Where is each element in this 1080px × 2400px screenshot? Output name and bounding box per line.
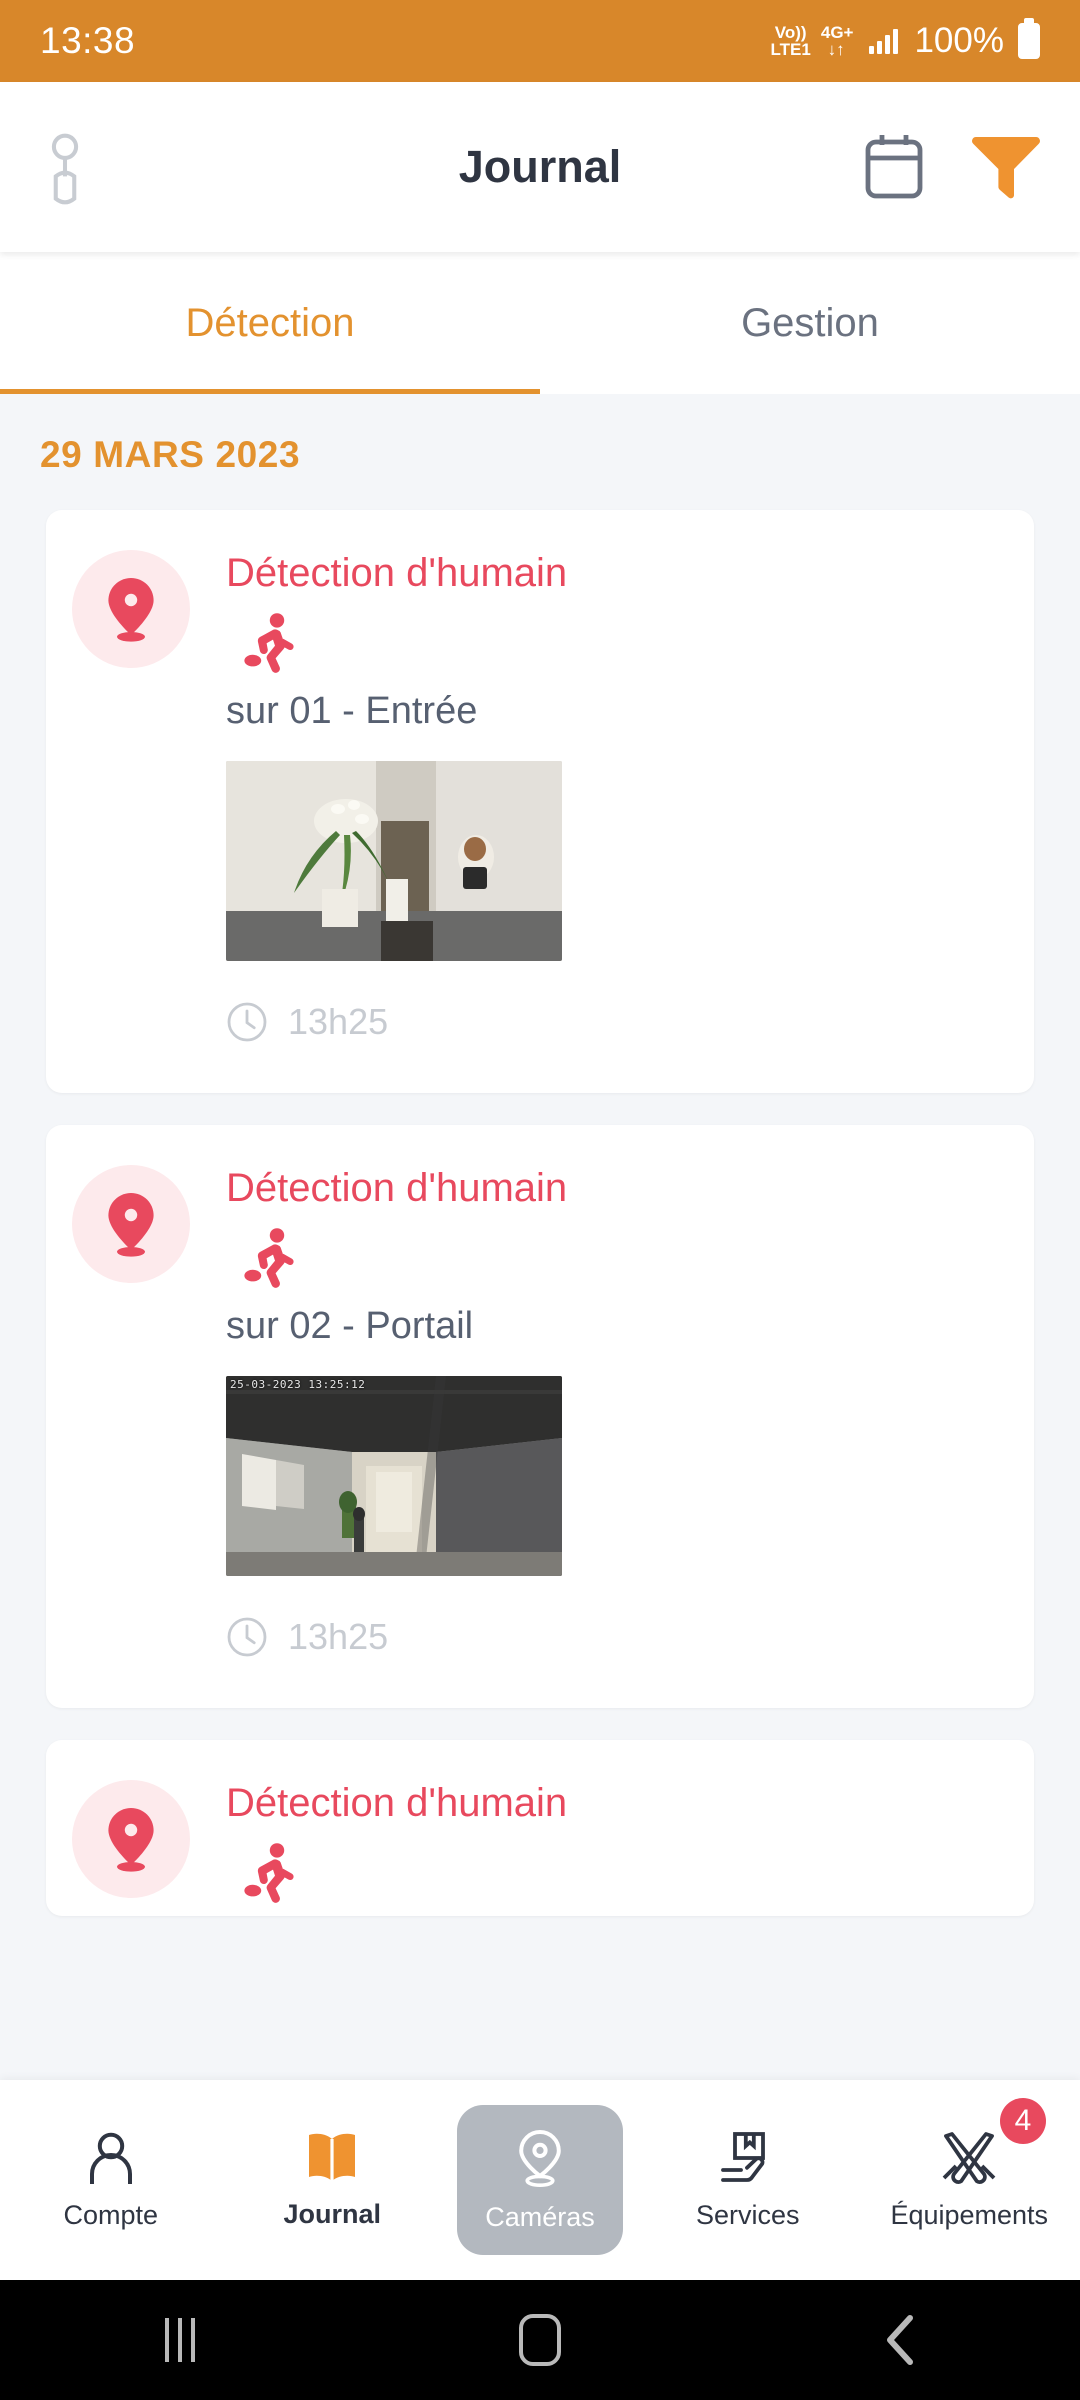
nav-item-cameras[interactable]: Caméras <box>457 2105 623 2255</box>
status-bar: 13:38 Vo)) LTE1 4G+ ↓↑ 100% <box>0 0 1080 82</box>
battery-percent-label: 100% <box>914 21 1004 60</box>
volte-icon: Vo)) LTE1 <box>771 24 811 58</box>
entry-camera: sur 01 - Entrée <box>226 690 478 732</box>
filter-funnel-icon[interactable] <box>972 131 1040 203</box>
android-system-nav <box>0 2280 1080 2400</box>
network-type-icon: 4G+ ↓↑ <box>821 24 854 58</box>
network-type-label: 4G+ <box>820 23 854 42</box>
entry-time-row: 13h25 <box>226 1616 1034 1702</box>
back-chevron-icon[interactable] <box>820 2280 980 2400</box>
volte-top-label: Vo)) <box>774 23 807 42</box>
recent-apps-icon[interactable] <box>100 2280 260 2400</box>
list-item[interactable]: Détection d'humain sur 01 - Entrée 13h25 <box>46 510 1034 1093</box>
tab-gestion[interactable]: Gestion <box>540 252 1080 394</box>
home-icon[interactable] <box>460 2280 620 2400</box>
battery-icon <box>1018 23 1040 59</box>
entry-time-row: 13h25 <box>226 1001 1034 1087</box>
open-book-icon <box>303 2131 361 2185</box>
clock-icon <box>226 1001 268 1043</box>
status-badge: 4 <box>1000 2098 1046 2144</box>
entry-title: Détection d'humain <box>226 551 568 595</box>
clock-icon <box>226 1616 268 1658</box>
entry-thumbnail[interactable]: 25-03-2023 13:25:12 <box>226 1376 562 1576</box>
nav-label-journal: Journal <box>283 2198 382 2229</box>
location-pin-icon <box>72 550 190 668</box>
nav-item-compte[interactable]: Compte <box>0 2080 222 2280</box>
data-arrows-icon: ↓↑ <box>827 40 845 59</box>
journal-list[interactable]: 29 MARS 2023 Détection d'humain sur 01 -… <box>0 392 1080 2080</box>
nav-label-compte: Compte <box>63 2199 159 2230</box>
journal-tabs: Détection Gestion <box>0 252 1080 394</box>
running-person-icon <box>242 612 1034 674</box>
running-person-icon <box>242 1842 1034 1904</box>
running-person-icon <box>242 1227 1034 1289</box>
tab-detection[interactable]: Détection <box>0 252 540 394</box>
nav-label-cameras: Caméras <box>485 2201 595 2232</box>
header-actions <box>862 131 1040 203</box>
entry-time: 13h25 <box>288 1616 389 1657</box>
active-tab-indicator <box>0 389 540 394</box>
list-item[interactable]: Détection d'humain <box>46 1740 1034 1916</box>
signal-bars-icon <box>869 28 899 54</box>
entry-title: Détection d'humain <box>226 1166 568 1210</box>
tools-icon <box>938 2130 1000 2186</box>
entry-thumbnail[interactable] <box>226 761 562 961</box>
date-group-header: 29 MARS 2023 <box>40 434 301 475</box>
list-item[interactable]: Détection d'humain sur 02 - Portail 25-0… <box>46 1125 1034 1708</box>
entry-content: Détection d'humain sur 01 - Entrée 13h25 <box>190 550 1034 1093</box>
location-pin-icon <box>72 1780 190 1898</box>
app-header: Journal <box>0 82 1080 252</box>
entry-content: Détection d'humain sur 02 - Portail 25-0… <box>190 1165 1034 1708</box>
entry-title: Détection d'humain <box>226 1781 568 1825</box>
phone-screen: 13:38 Vo)) LTE1 4G+ ↓↑ 100% Journal Déte… <box>0 0 1080 2400</box>
nav-item-equipements[interactable]: Équipements 4 <box>859 2080 1080 2280</box>
location-pin-icon <box>72 1165 190 1283</box>
tab-gestion-label: Gestion <box>741 300 879 345</box>
bottom-navigation: Compte Journal Caméras Services Équipeme… <box>0 2080 1080 2280</box>
account-person-icon <box>83 2130 139 2186</box>
nav-item-services[interactable]: Services <box>637 2080 859 2280</box>
entry-time: 13h25 <box>288 1001 389 1042</box>
tab-detection-label: Détection <box>185 300 355 345</box>
person-icon[interactable] <box>40 132 90 205</box>
calendar-icon[interactable] <box>862 132 926 202</box>
nav-label-services: Services <box>695 2199 800 2230</box>
entry-content: Détection d'humain <box>190 1780 1034 1916</box>
services-box-hand-icon <box>719 2130 777 2186</box>
volte-bottom-label: LTE1 <box>770 40 811 59</box>
status-indicators: Vo)) LTE1 4G+ ↓↑ 100% <box>771 21 1040 61</box>
nav-label-equipements: Équipements <box>890 2199 1049 2230</box>
nav-item-journal[interactable]: Journal <box>222 2080 444 2280</box>
camera-dome-icon <box>514 2128 566 2188</box>
entry-camera: sur 02 - Portail <box>226 1305 474 1347</box>
thumbnail-timestamp: 25-03-2023 13:25:12 <box>230 1378 366 1391</box>
status-clock: 13:38 <box>40 20 136 61</box>
